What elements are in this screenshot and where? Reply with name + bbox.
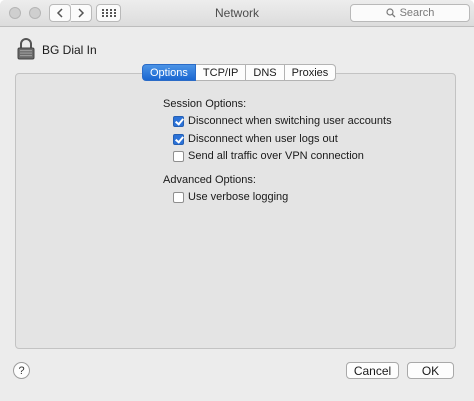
tab-bar: Options TCP/IP DNS Proxies [142,64,337,81]
cancel-button[interactable]: Cancel [346,362,399,379]
send-all-traffic-option[interactable]: Send all traffic over VPN connection [173,150,364,162]
tab-proxies[interactable]: Proxies [284,64,337,81]
disconnect-switching-users-checkbox[interactable] [173,115,184,127]
network-window: Network Search BG Dial In Options TCP/IP… [0,0,474,401]
verbose-logging-checkbox[interactable] [173,191,184,203]
help-button[interactable]: ? [13,362,30,379]
send-all-traffic-checkbox[interactable] [173,150,184,162]
ok-button[interactable]: OK [407,362,454,379]
lock-icon [17,38,35,60]
session-options-heading: Session Options: [163,98,247,110]
search-field[interactable]: Search [350,4,470,22]
search-placeholder: Search [399,7,435,19]
search-icon [385,8,396,18]
title-bar: Network Search [0,0,474,27]
verbose-logging-option[interactable]: Use verbose logging [173,191,288,203]
send-all-traffic-label: Send all traffic over VPN connection [188,150,364,162]
connection-name: BG Dial In [42,43,97,57]
disconnect-switching-users-label: Disconnect when switching user accounts [188,115,392,127]
tab-tcp-ip[interactable]: TCP/IP [195,64,247,81]
disconnect-logout-option[interactable]: Disconnect when user logs out [173,133,338,145]
disconnect-switching-users-option[interactable]: Disconnect when switching user accounts [173,115,392,127]
tab-dns[interactable]: DNS [246,64,285,81]
disconnect-logout-label: Disconnect when user logs out [188,133,338,145]
tab-options[interactable]: Options [142,64,196,81]
advanced-options-heading: Advanced Options: [163,174,256,186]
verbose-logging-label: Use verbose logging [188,191,289,203]
disconnect-logout-checkbox[interactable] [173,133,184,145]
